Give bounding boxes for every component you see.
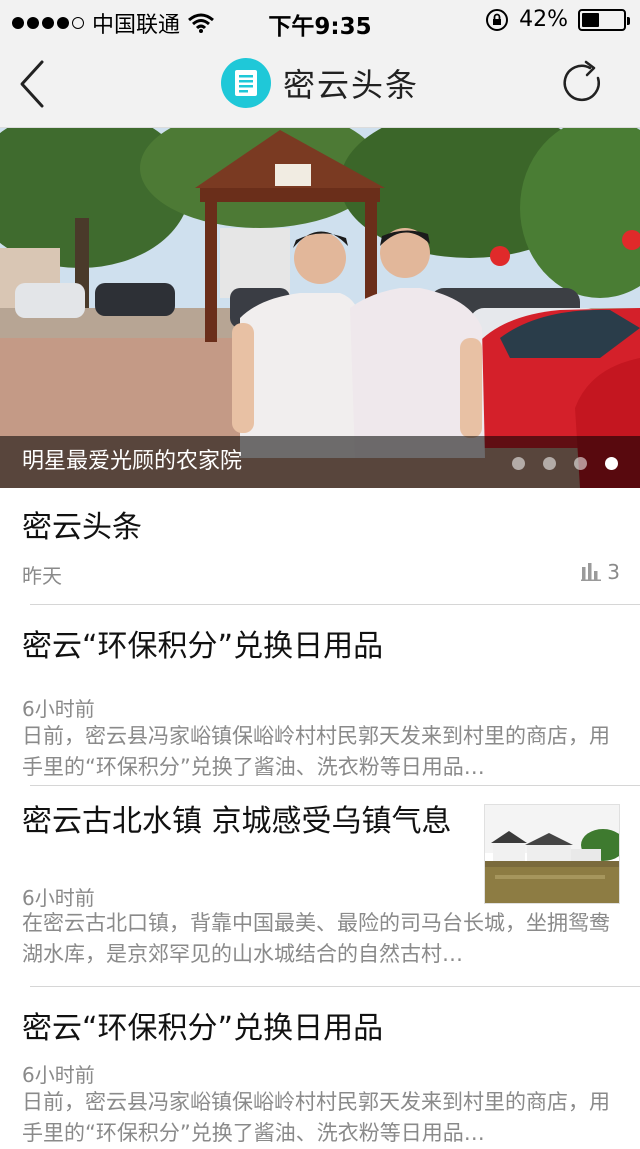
view-count-value: 3 <box>607 560 620 584</box>
status-right: 42% <box>485 7 630 32</box>
item-title: 密云古北水镇 京城感受乌镇气息 <box>22 804 452 839</box>
status-bar: 中国联通 下午9:35 42% <box>0 0 640 40</box>
item-time: 6小时前 <box>22 1063 95 1087</box>
item-summary: 日前，密云县冯家峪镇保峪岭村村民郭天发来到村里的商店，用手里的“环保积分”兑换了… <box>22 1090 610 1145</box>
pager-dot-3[interactable] <box>574 457 587 470</box>
list-item[interactable]: 密云“环保积分”兑换日用品 6小时前 日前，密云县冯家峪镇保峪岭村村民郭天发来到… <box>0 605 640 785</box>
news-logo-icon <box>220 58 271 108</box>
pager-dot-2[interactable] <box>543 457 556 470</box>
item-thumbnail <box>484 804 620 904</box>
bar-chart-icon <box>581 563 602 581</box>
banner-carousel[interactable]: 明星最爱光顾的农家院 <box>0 128 640 488</box>
rotation-lock-icon <box>486 8 509 31</box>
list-item[interactable]: 密云头条 昨天 3 <box>0 488 640 604</box>
item-title: 密云“环保积分”兑换日用品 <box>22 629 384 664</box>
banner-photo <box>0 128 640 488</box>
item-summary: 日前，密云县冯家峪镇保峪岭村村民郭天发来到村里的商店，用手里的“环保积分”兑换了… <box>22 724 610 779</box>
refresh-icon <box>563 60 600 102</box>
news-feed: 密云头条 昨天 3 密云“环保积分”兑换日用品 6小时前 日前，密云县冯家峪镇保… <box>0 488 640 1145</box>
page-title: 密云头条 <box>282 66 419 104</box>
item-time: 昨天 <box>22 564 62 588</box>
list-item[interactable]: 密云古北水镇 京城感受乌镇气息 6小时前 在密云古北口镇，背靠中国最美、最险的司… <box>0 786 640 986</box>
nav-bar: 密云头条 <box>0 40 640 128</box>
battery-icon <box>578 8 630 31</box>
pager-dot-4[interactable] <box>605 457 618 470</box>
battery-fill <box>582 12 599 27</box>
carousel-pager <box>512 457 618 470</box>
nav-title-group: 密云头条 <box>0 58 640 108</box>
pager-dot-1[interactable] <box>512 457 525 470</box>
item-summary: 在密云古北口镇，背靠中国最美、最险的司马台长城，坐拥鸳鸯湖水库，是京郊罕见的山水… <box>22 911 610 966</box>
battery-percent: 42% <box>519 7 568 32</box>
item-title: 密云“环保积分”兑换日用品 <box>22 1011 384 1046</box>
list-item[interactable]: 密云“环保积分”兑换日用品 6小时前 日前，密云县冯家峪镇保峪岭村村民郭天发来到… <box>0 987 640 1145</box>
refresh-button[interactable] <box>560 60 608 108</box>
item-time: 6小时前 <box>22 886 95 910</box>
item-time: 6小时前 <box>22 697 95 721</box>
item-title: 密云头条 <box>22 510 142 545</box>
view-count: 3 <box>581 560 620 584</box>
